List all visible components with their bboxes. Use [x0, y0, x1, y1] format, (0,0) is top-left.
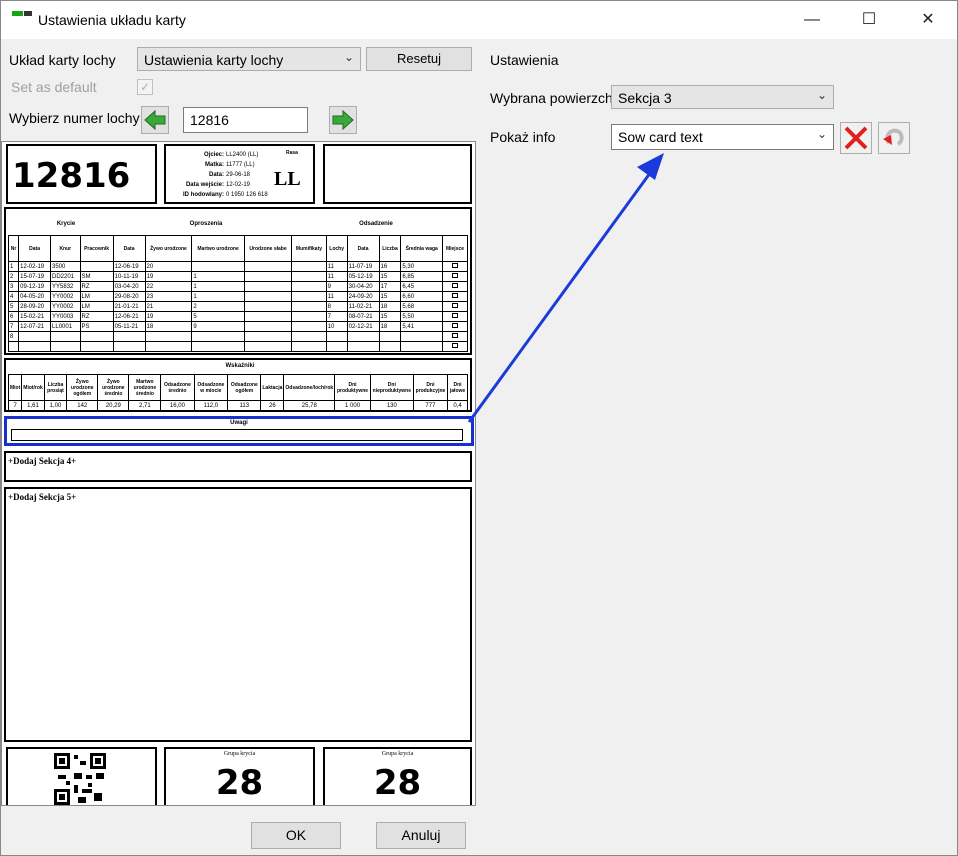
title-bar: Ustawienia układu karty — ☐ ✕ — [0, 0, 958, 39]
app-icon — [12, 11, 32, 19]
window-title: Ustawienia układu karty — [38, 12, 186, 28]
close-button[interactable]: ✕ — [916, 9, 940, 31]
annotation-arrow — [467, 153, 664, 423]
minimize-button[interactable]: — — [800, 9, 824, 31]
ok-button[interactable]: OK — [251, 822, 341, 849]
maximize-button[interactable]: ☐ — [857, 9, 881, 31]
cancel-button[interactable]: Anuluj — [376, 822, 466, 849]
dialog-body: Układ karty lochy Ustawienia karty lochy… — [0, 39, 958, 856]
